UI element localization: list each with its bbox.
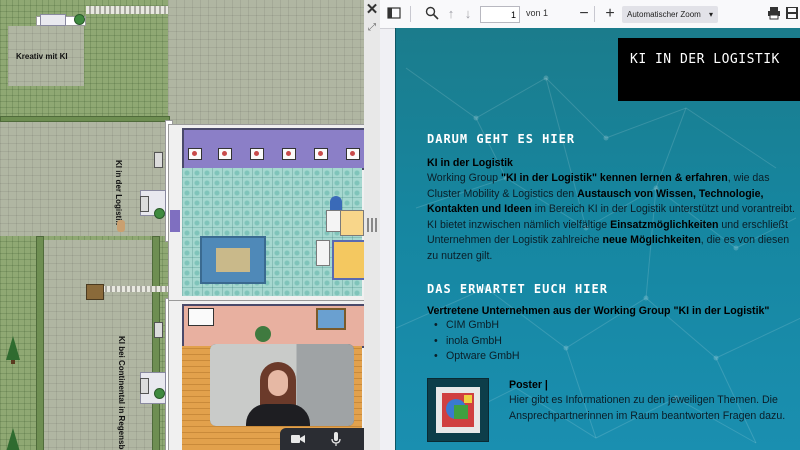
panel-splitter[interactable]: ✕ ⤢ bbox=[364, 0, 380, 450]
picture-icon bbox=[188, 148, 202, 160]
expand-icon[interactable]: ⤢ bbox=[366, 22, 378, 34]
save-icon[interactable] bbox=[784, 6, 800, 22]
rug bbox=[200, 236, 266, 284]
avatar-icon bbox=[330, 196, 342, 210]
participant-body bbox=[246, 404, 310, 426]
page-count: von 1 bbox=[526, 8, 549, 18]
print-icon[interactable] bbox=[766, 6, 782, 22]
page-number-input[interactable] bbox=[480, 6, 520, 23]
hedge bbox=[0, 116, 170, 122]
room-label-logistik: KI in der Logistik bbox=[114, 160, 123, 225]
poster-label: Poster | bbox=[509, 379, 548, 391]
pdf-viewer: ↑ ↓ von 1 − + Automatischer Zoom ▾ bbox=[380, 0, 800, 450]
video-feed bbox=[210, 344, 354, 426]
chair bbox=[316, 240, 330, 266]
search-icon[interactable] bbox=[424, 6, 440, 22]
path-tile bbox=[40, 240, 160, 450]
microphone-icon[interactable] bbox=[328, 431, 344, 447]
plant-icon bbox=[74, 14, 85, 25]
participant-face bbox=[268, 370, 288, 396]
picture-icon bbox=[250, 148, 264, 160]
crate-icon bbox=[86, 284, 104, 300]
section-heading-2: DAS ERWARTET EUCH HIER bbox=[427, 282, 608, 296]
whiteboard-icon bbox=[188, 308, 214, 326]
painting-icon bbox=[316, 308, 346, 330]
poster-icon[interactable] bbox=[427, 378, 489, 442]
media-controls bbox=[280, 428, 364, 450]
tree-icon bbox=[6, 428, 20, 450]
door bbox=[170, 210, 180, 232]
zoom-select-value: Automatischer Zoom bbox=[627, 10, 701, 19]
toolbar-separator bbox=[594, 6, 595, 22]
picture-icon bbox=[218, 148, 232, 160]
section-1-text: Working Group "KI in der Logistik" kenne… bbox=[427, 172, 795, 262]
monitor-icon bbox=[140, 378, 149, 394]
plant-icon bbox=[154, 208, 165, 219]
plant-icon bbox=[154, 388, 165, 399]
previous-page-icon[interactable]: ↑ bbox=[443, 6, 459, 22]
picture-icon bbox=[346, 148, 360, 160]
companies-intro: Vertretene Unternehmen aus der Working G… bbox=[427, 305, 770, 317]
pdf-toolbar: ↑ ↓ von 1 − + Automatischer Zoom ▾ bbox=[380, 0, 800, 29]
monitor-icon bbox=[154, 322, 163, 338]
desk bbox=[40, 14, 66, 26]
sidebar-toggle-icon[interactable] bbox=[386, 6, 402, 22]
monitor-icon bbox=[140, 196, 149, 212]
section-heading-1: DARUM GEHT ES HIER bbox=[427, 132, 576, 146]
room-label-kreativ: Kreativ mit KI bbox=[16, 52, 68, 61]
company-item: Optware GmbH bbox=[434, 350, 520, 362]
video-camera-icon[interactable] bbox=[290, 431, 306, 447]
toolbar-separator bbox=[410, 6, 411, 22]
resize-handle[interactable] bbox=[367, 218, 377, 232]
section-subheading: KI in der Logistik bbox=[427, 157, 513, 169]
tree-icon bbox=[6, 336, 20, 364]
pdf-page: KI IN DER LOGISTIK DARUM GEHT ES HIER KI… bbox=[395, 28, 800, 450]
pdf-title: KI IN DER LOGISTIK bbox=[630, 52, 780, 67]
poster-text: Hier gibt es Informationen zu den jeweil… bbox=[509, 394, 786, 422]
title-box: KI IN DER LOGISTIK bbox=[618, 38, 800, 101]
picture-icon bbox=[314, 148, 328, 160]
room-roof bbox=[182, 128, 364, 170]
hedge bbox=[152, 236, 160, 450]
plant-icon bbox=[255, 326, 271, 342]
company-item: CIM GmbH bbox=[434, 319, 499, 331]
avatar-icon bbox=[117, 220, 125, 232]
zoom-in-icon[interactable]: + bbox=[602, 6, 618, 22]
monitor-icon bbox=[154, 152, 163, 168]
zoom-select[interactable]: Automatischer Zoom ▾ bbox=[622, 6, 718, 23]
hedge bbox=[36, 236, 44, 450]
picture-icon bbox=[282, 148, 296, 160]
table bbox=[340, 210, 364, 236]
next-page-icon[interactable]: ↓ bbox=[460, 6, 476, 22]
chevron-down-icon: ▾ bbox=[708, 10, 713, 19]
fence bbox=[86, 6, 168, 14]
room-label-continental: KI bei Continental in Regensburg bbox=[117, 336, 126, 450]
game-map[interactable]: Kreativ mit KI KI in der Logistik KI bei… bbox=[0, 0, 364, 450]
close-icon[interactable]: ✕ bbox=[364, 2, 380, 18]
company-item: inola GmbH bbox=[434, 335, 502, 347]
zoom-out-icon[interactable]: − bbox=[576, 6, 592, 22]
table bbox=[332, 240, 364, 280]
